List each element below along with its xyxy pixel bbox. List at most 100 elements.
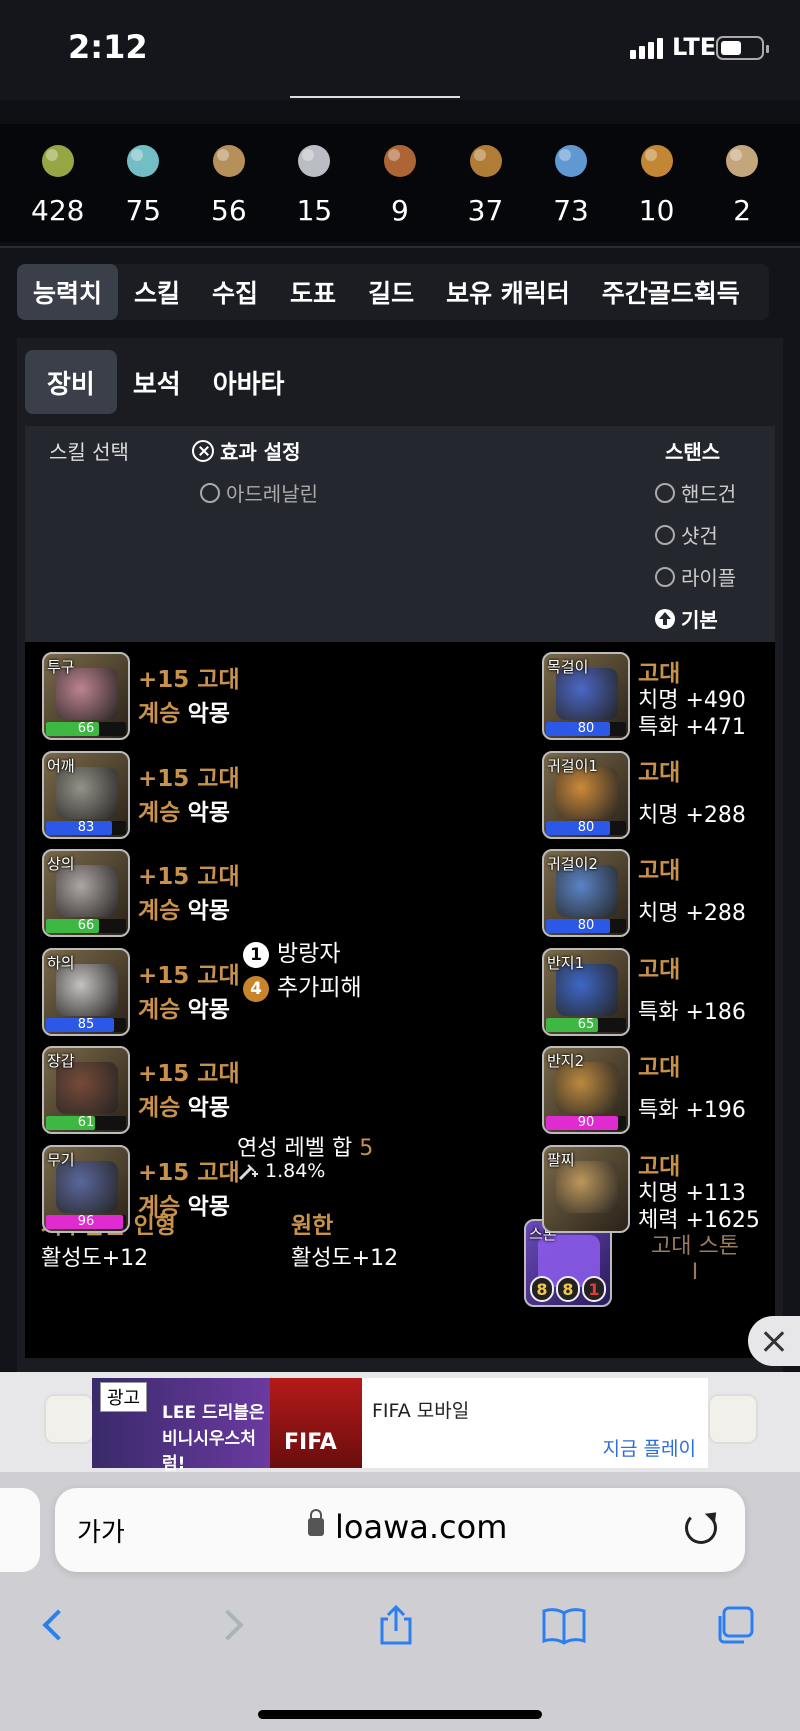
subtab-0[interactable]: 장비 (25, 350, 117, 414)
adrenaline-label: 아드레날린 (226, 482, 318, 506)
share-button[interactable] (366, 1600, 426, 1650)
accessory-slot-3[interactable]: 반지1 65 (542, 947, 630, 1036)
bookmarks-button[interactable] (534, 1600, 594, 1650)
ad-content[interactable]: LEE 드리블은 비니시우스처럼! FIFA 광고 FIFA 모바일 지금 플레… (92, 1378, 708, 1474)
compass-star-icon (634, 138, 680, 184)
status-time: 2:12 (68, 28, 148, 66)
quality-value: 90 (577, 1115, 595, 1130)
tab-1[interactable]: 스킬 (118, 264, 196, 320)
accessory-grade: 고대 (638, 759, 681, 786)
tab-6[interactable]: 주간골드획득 (586, 264, 756, 320)
adrenaline-option[interactable]: 아드레날린 (200, 478, 318, 507)
stance-label: 라이플 (681, 566, 737, 590)
elixir-percent-value: 1.84% (265, 1160, 326, 1182)
enhance-level: +15 고대 (138, 667, 240, 693)
accessory-stat: 특화 +196 (638, 1098, 746, 1123)
heart-icon (291, 138, 337, 184)
tab-4[interactable]: 길드 (352, 264, 430, 320)
stance-shotgun[interactable]: 샷건 (655, 520, 718, 549)
resource-count: 9 (391, 194, 409, 227)
home-indicator (258, 1710, 542, 1719)
quality-value: 96 (77, 1213, 95, 1229)
tab-0[interactable]: 능력치 (17, 264, 119, 320)
slot-label: 하의 (47, 953, 75, 972)
previous-tab[interactable] (0, 1488, 40, 1572)
resource-item: 37 (446, 124, 526, 242)
text-size-button[interactable]: 가가 (77, 1512, 125, 1549)
lock-icon (308, 1509, 324, 1536)
ad-banner: LEE 드리블은 비니시우스처럼! FIFA 광고 FIFA 모바일 지금 플레… (0, 1316, 800, 1474)
accessory-slot-1[interactable]: 귀걸이1 80 (542, 750, 630, 839)
forward-button[interactable] (198, 1600, 258, 1650)
resource-count: 56 (211, 194, 247, 227)
tab-5[interactable]: 보유 캐릭터 (430, 264, 586, 320)
back-button[interactable] (28, 1600, 88, 1650)
resource-item: 428 (18, 124, 98, 242)
subtab-2[interactable]: 아바타 (197, 350, 301, 414)
tab-2[interactable]: 수집 (196, 264, 274, 320)
accessory-slot-4[interactable]: 반지2 90 (542, 1046, 630, 1134)
stat-section: 장비 보석 아바타 스킬 선택 효과 설정 아드레날린 스탠스 핸드건 샷건 라… (17, 338, 783, 1393)
reload-icon[interactable] (685, 1512, 717, 1544)
relic-name-2: 원한 (291, 1213, 334, 1239)
close-ad-button[interactable] (748, 1316, 800, 1366)
ad-image-2: FIFA (270, 1378, 362, 1468)
map-icon (206, 138, 252, 184)
tab-3[interactable]: 도표 (274, 264, 352, 320)
ad-brand: FIFA (284, 1430, 337, 1455)
resource-item: 56 (189, 124, 269, 242)
ad-play-link[interactable]: 지금 플레이 (603, 1434, 696, 1461)
url-domain[interactable]: loawa.com (335, 1508, 507, 1546)
equipment-slot-0[interactable]: 투구 66 (42, 652, 130, 740)
skill-select-label[interactable]: 스킬 선택 (49, 436, 129, 465)
ad-title: FIFA 모바일 (372, 1400, 470, 1422)
set-info: 계승 악몽 (138, 694, 230, 728)
accessory-slot-2[interactable]: 귀걸이2 80 (542, 849, 630, 937)
resource-item: 2 (702, 124, 782, 242)
ad-banner-main: 비니시우스처럼! (162, 1429, 256, 1474)
subtab-1[interactable]: 보석 (117, 350, 197, 414)
equipment-slot-2[interactable]: 상의 66 (42, 849, 130, 937)
accessory-slot-5[interactable]: 팔찌 (542, 1144, 630, 1233)
close-circle-icon (192, 439, 214, 462)
quality-value: 66 (77, 721, 95, 736)
equipment-slot-4[interactable]: 장갑 61 (42, 1046, 130, 1134)
quality-bar: 65 (546, 1017, 626, 1032)
share-icon (380, 1604, 412, 1645)
quality-value: 80 (577, 721, 595, 736)
telescope-icon (463, 138, 509, 184)
grade-label: 계승 (138, 996, 181, 1023)
quality-bar: 85 (46, 1016, 126, 1032)
chevron-left-icon (42, 1609, 74, 1641)
stance-handgun[interactable]: 핸드건 (655, 478, 736, 507)
resource-item: 75 (103, 124, 183, 242)
stance-default[interactable]: 기본 (655, 604, 718, 633)
grade-label: 계승 (138, 799, 181, 826)
quality-value: 83 (77, 819, 95, 835)
crest-icon (377, 138, 423, 184)
set-info: 계승 악몽 (138, 793, 230, 827)
quality-bar: 61 (46, 1115, 126, 1130)
equipment-slot-1[interactable]: 어깨 83 (42, 750, 130, 839)
resource-count: 37 (467, 194, 504, 227)
resource-item: 73 (531, 124, 611, 242)
equipment-slot-3[interactable]: 하의 85 (42, 947, 130, 1036)
equipment-slot-5[interactable]: 무기 96 (42, 1144, 130, 1233)
set-name: 악몽 (187, 799, 230, 826)
address-bar[interactable]: 가가 loawa.com (55, 1488, 745, 1572)
tabs-button[interactable] (704, 1600, 764, 1650)
slot-label: 반지2 (547, 1052, 585, 1070)
set-name: 악몽 (187, 701, 230, 727)
relic-effect-2: 활성도+12 (291, 1246, 399, 1271)
slot-label: 장갑 (47, 1052, 75, 1070)
stone-title-text: 고대 스톤 (651, 1234, 739, 1259)
accessory-grade: 고대 (638, 956, 681, 983)
quality-value: 85 (77, 1016, 95, 1032)
accessory-grade: 고대 (638, 1055, 681, 1081)
effect-setting[interactable]: 효과 설정 (192, 436, 301, 465)
accessory-stat: 치명 +288 (638, 901, 746, 926)
stance-rifle[interactable]: 라이플 (655, 562, 736, 591)
accessory-slot-0[interactable]: 목걸이 80 (542, 652, 630, 740)
resource-count: 10 (638, 194, 675, 227)
ad-label: 광고 (100, 1382, 148, 1412)
